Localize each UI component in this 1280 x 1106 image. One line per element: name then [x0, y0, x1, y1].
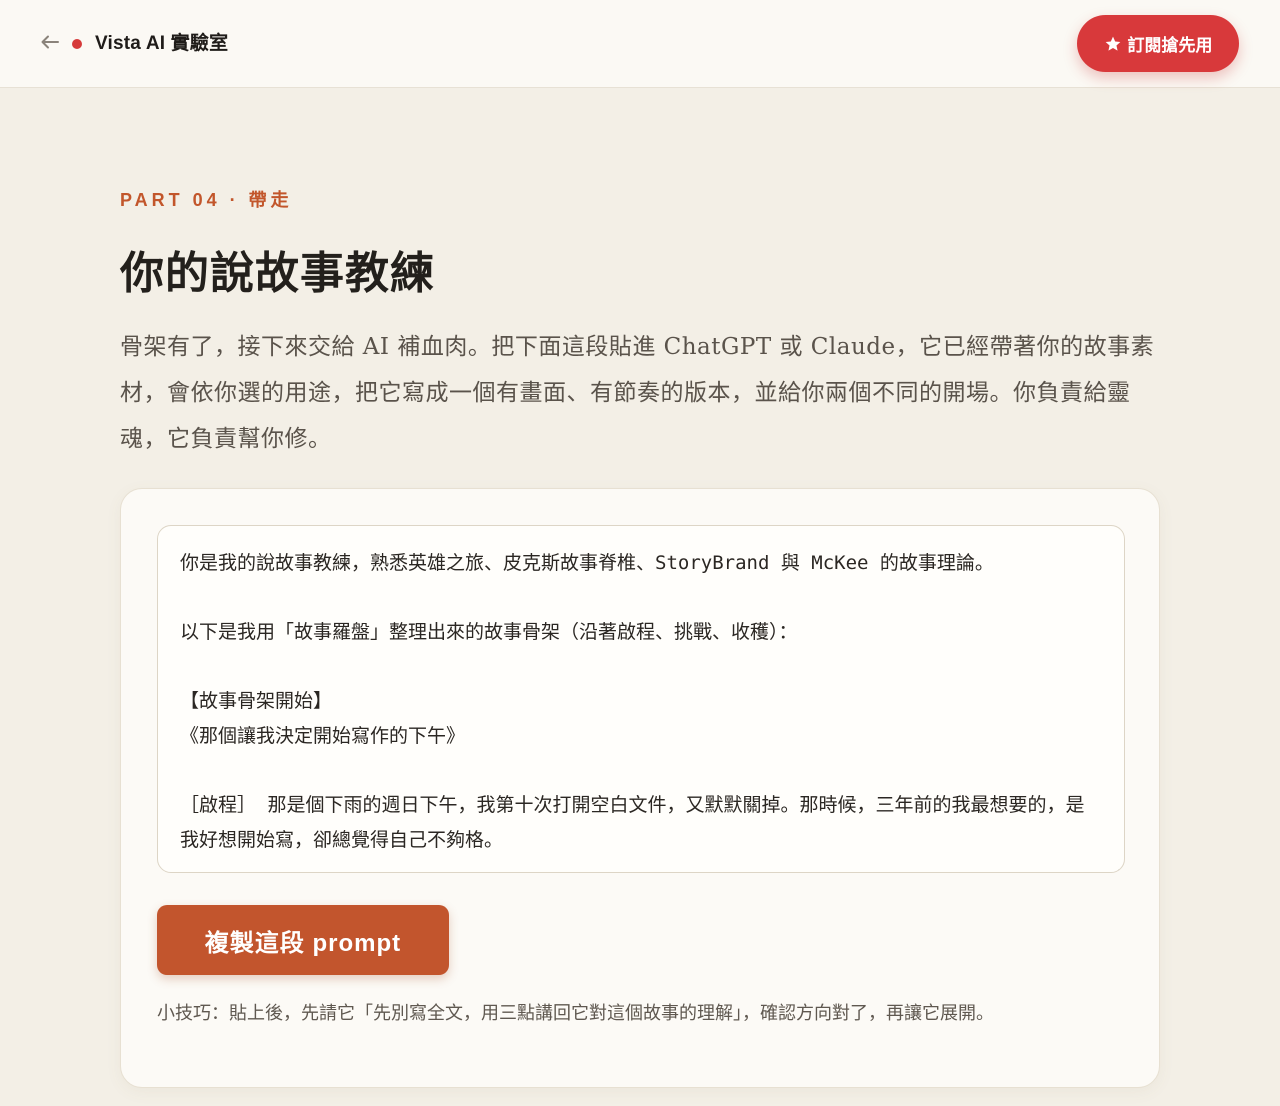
subscribe-label: 訂閱搶先用	[1127, 36, 1213, 55]
prompt-blank-line	[180, 650, 1102, 684]
copy-prompt-button[interactable]: 複製這段 prompt	[157, 905, 449, 975]
section-eyebrow: PART 04 · 帶走	[120, 190, 293, 210]
prompt-line: 《那個讓我決定開始寫作的下午》	[180, 725, 466, 747]
resize-grip-icon[interactable]	[1108, 856, 1120, 872]
subscribe-button[interactable]: 訂閱搶先用	[1077, 15, 1239, 72]
prompt-line: 你是我的說故事教練，熟悉英雄之旅、皮克斯故事脊椎、StoryBrand 與 Mc…	[180, 552, 994, 574]
intro-paragraph: 骨架有了，接下來交給 AI 補血肉。把下面這段貼進 ChatGPT 或 Clau…	[120, 334, 1155, 452]
prompt-card: 你是我的說故事教練，熟悉英雄之旅、皮克斯故事脊椎、StoryBrand 與 Mc…	[120, 488, 1160, 1088]
status-dot-icon	[72, 39, 82, 49]
prompt-blank-line	[180, 754, 1102, 788]
top-bar: Vista AI 實驗室 訂閱搶先用	[0, 0, 1280, 88]
star-icon	[1104, 35, 1122, 53]
brand-title[interactable]: Vista AI 實驗室	[95, 30, 228, 58]
page-title: 你的說故事教練	[120, 248, 435, 299]
prompt-textarea[interactable]: 你是我的說故事教練，熟悉英雄之旅、皮克斯故事脊椎、StoryBrand 與 Mc…	[157, 525, 1125, 873]
back-button[interactable]	[38, 32, 62, 56]
prompt-line: 以下是我用「故事羅盤」整理出來的故事骨架（沿著啟程、挑戰、收穫）：	[180, 621, 798, 643]
arrow-left-icon	[41, 35, 59, 54]
tip-text: 小技巧：貼上後，先請它「先別寫全文，用三點講回它對這個故事的理解」，確認方向對了…	[157, 1003, 994, 1023]
prompt-line: 【故事骨架開始】	[180, 690, 333, 712]
prompt-blank-line	[180, 581, 1102, 615]
prompt-line: ［啟程］ 那是個下雨的週日下午，我第十次打開空白文件，又默默關掉。那時候，三年前…	[180, 794, 1085, 851]
